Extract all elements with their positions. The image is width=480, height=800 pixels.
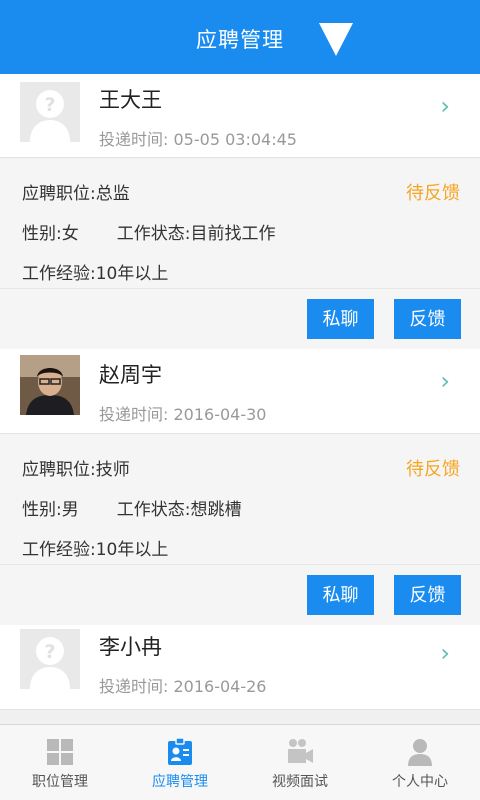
dropdown-triangle-icon[interactable] [318, 23, 354, 59]
position-row: 应聘职位:技师 [22, 455, 130, 480]
submit-time-label: 投递时间: [99, 130, 169, 149]
bottom-tab-bar: 职位管理 应聘管理 视频面试 个人中心 [0, 724, 480, 800]
experience-row: 工作经验:10年以上 [22, 535, 168, 560]
applicant-summary[interactable]: 赵周宇 投递时间: 2016-04-30 › [0, 349, 480, 434]
position-label: 应聘职位: [22, 460, 96, 480]
avatar-placeholder-icon: ? [20, 629, 80, 689]
applicant-actions: 私聊 反馈 [0, 289, 480, 349]
submit-time: 投递时间: 2016-04-26 [99, 673, 266, 697]
submit-time-label: 投递时间: [99, 405, 169, 424]
gender-value: 男 [61, 500, 79, 520]
avatar-photo [20, 355, 80, 415]
svg-text:?: ? [44, 641, 55, 663]
tab-label: 职位管理 [32, 774, 88, 790]
feedback-button[interactable]: 反馈 [394, 299, 461, 339]
applicant-actions: 私聊 反馈 [0, 565, 480, 625]
tab-label: 应聘管理 [152, 774, 208, 790]
experience-label: 工作经验: [22, 264, 96, 284]
chat-button[interactable]: 私聊 [307, 575, 374, 615]
position-row: 应聘职位:总监 [22, 179, 130, 204]
applicant-summary[interactable]: ? 王大王 投递时间: 05-05 03:04:45 › [0, 74, 480, 158]
submit-time-value: 2016-04-26 [173, 677, 267, 696]
submit-time-value: 2016-04-30 [173, 405, 267, 424]
chevron-right-icon: › [440, 92, 450, 120]
position-value: 总监 [95, 184, 130, 204]
work-status-label: 工作状态: [116, 500, 191, 520]
status-badge: 待反馈 [406, 183, 460, 204]
work-status-value: 目前找工作 [190, 224, 276, 244]
experience-value: 10年以上 [95, 540, 169, 560]
grid-icon [45, 737, 75, 767]
applicant-details: 应聘职位:总监 待反馈 性别:女 工作状态:目前找工作 工作经验:10年以上 [0, 158, 480, 289]
gender-label: 性别: [22, 224, 62, 244]
applicant-name: 李小冉 [99, 635, 162, 659]
tab-label: 视频面试 [272, 774, 328, 790]
status-badge: 待反馈 [406, 459, 460, 480]
submit-time: 投递时间: 2016-04-30 [99, 401, 266, 425]
applicant-name: 王大王 [99, 88, 162, 112]
experience-row: 工作经验:10年以上 [22, 259, 168, 284]
position-value: 技师 [95, 460, 130, 480]
applicant-details: 应聘职位:技师 待反馈 性别:男 工作状态:想跳槽 工作经验:10年以上 [0, 434, 480, 565]
tab-personal-center[interactable]: 个人中心 [360, 725, 480, 800]
chevron-right-icon: › [440, 367, 450, 395]
video-camera-icon [285, 737, 315, 767]
work-status-label: 工作状态: [116, 224, 191, 244]
tab-label: 个人中心 [392, 774, 448, 790]
page-title: 应聘管理 [196, 28, 284, 52]
experience-value: 10年以上 [95, 264, 169, 284]
id-card-icon [165, 737, 195, 767]
submit-time-value: 05-05 03:04:45 [173, 130, 297, 149]
svg-text:?: ? [44, 94, 55, 116]
work-status-value: 想跳槽 [190, 500, 242, 520]
app-header: 应聘管理 [0, 0, 480, 74]
tab-video-interview[interactable]: 视频面试 [240, 725, 360, 800]
gender-status-row: 性别:女 工作状态:目前找工作 [22, 219, 275, 244]
position-label: 应聘职位: [22, 184, 96, 204]
experience-label: 工作经验: [22, 540, 96, 560]
applicant-summary[interactable]: ? 李小冉 投递时间: 2016-04-26 › [0, 625, 480, 710]
gender-value: 女 [61, 224, 79, 244]
feedback-button[interactable]: 反馈 [394, 575, 461, 615]
gender-status-row: 性别:男 工作状态:想跳槽 [22, 495, 241, 520]
avatar-placeholder-icon: ? [20, 82, 80, 142]
submit-time-label: 投递时间: [99, 677, 169, 696]
chevron-right-icon: › [440, 639, 450, 667]
applicant-list[interactable]: ? 王大王 投递时间: 05-05 03:04:45 › 应聘职位:总监 待反馈… [0, 74, 480, 724]
person-icon [405, 737, 435, 767]
applicant-card: 赵周宇 投递时间: 2016-04-30 › 应聘职位:技师 待反馈 性别:男工… [0, 349, 480, 625]
gender-label: 性别: [22, 500, 62, 520]
tab-application-management[interactable]: 应聘管理 [120, 725, 240, 800]
chat-button[interactable]: 私聊 [307, 299, 374, 339]
applicant-name: 赵周宇 [99, 363, 162, 387]
applicant-card: ? 王大王 投递时间: 05-05 03:04:45 › 应聘职位:总监 待反馈… [0, 74, 480, 349]
submit-time: 投递时间: 05-05 03:04:45 [99, 126, 297, 150]
applicant-card: ? 李小冉 投递时间: 2016-04-26 › [0, 625, 480, 710]
tab-job-management[interactable]: 职位管理 [0, 725, 120, 800]
